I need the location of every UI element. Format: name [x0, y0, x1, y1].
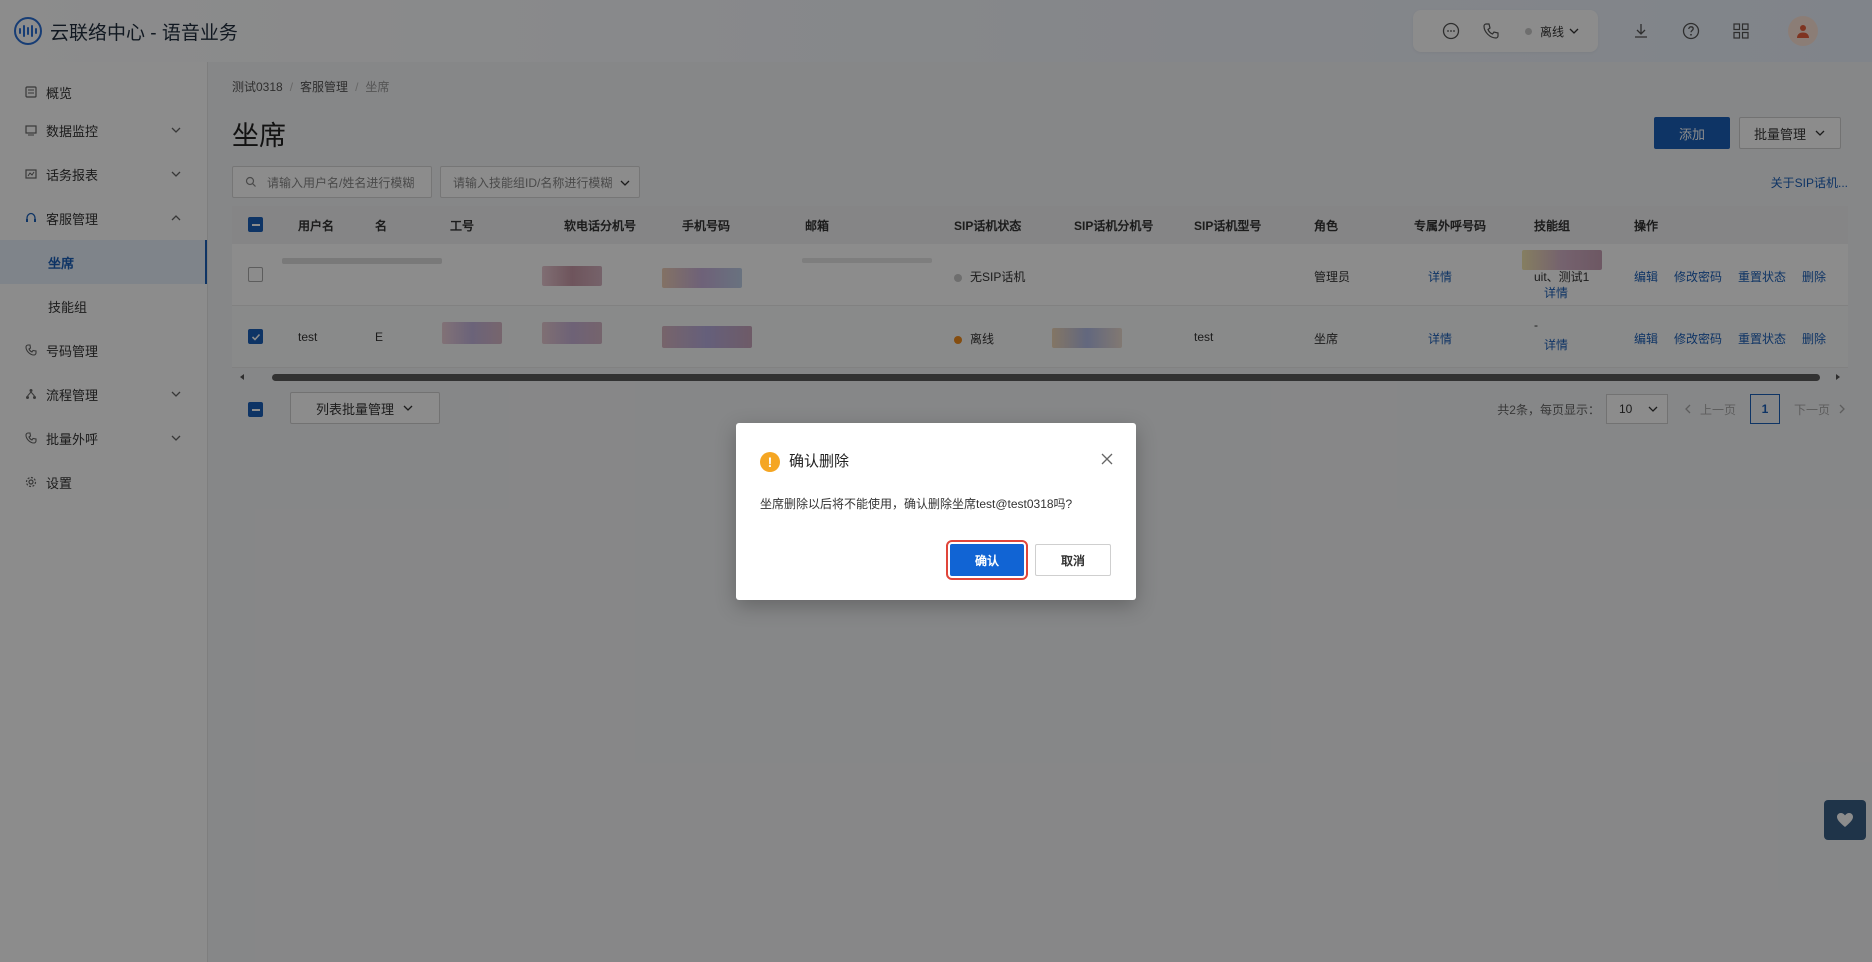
dialog-title: 确认删除: [789, 453, 850, 470]
cancel-button[interactable]: 取消: [1035, 544, 1111, 576]
warning-icon: !: [760, 452, 780, 472]
confirm-delete-dialog: ! 确认删除 坐席删除以后将不能使用，确认删除坐席test@test0318吗?…: [736, 423, 1136, 600]
confirm-button[interactable]: 确认: [946, 540, 1028, 580]
dialog-message: 坐席删除以后将不能使用，确认删除坐席test@test0318吗?: [760, 497, 1073, 511]
close-icon[interactable]: [1100, 452, 1114, 466]
